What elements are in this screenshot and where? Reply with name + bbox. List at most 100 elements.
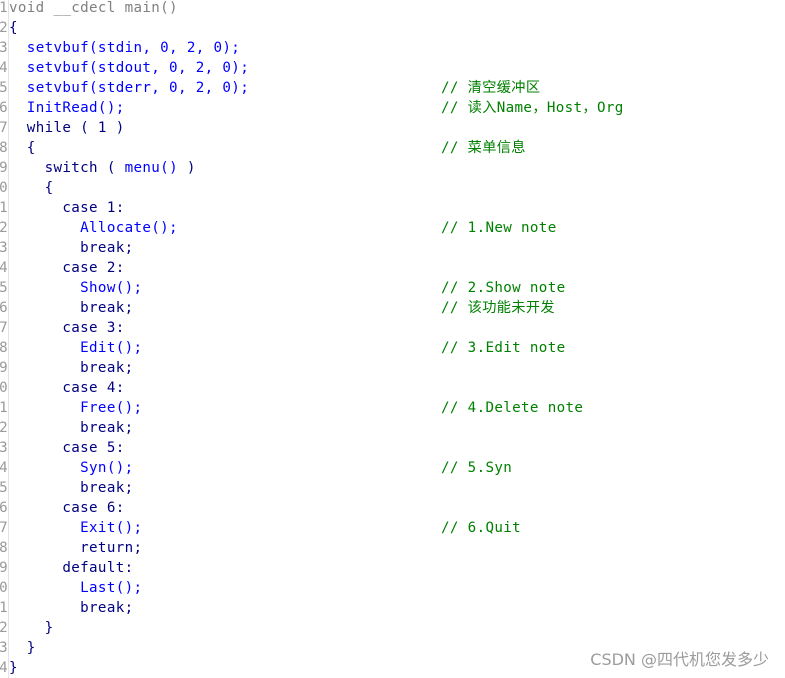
line-number: 34 [0, 660, 8, 676]
code-line: 3 setvbuf(stdin, 0, 2, 0); [0, 38, 785, 58]
code-text: case 1: [9, 198, 125, 218]
line-number: 3 [0, 40, 8, 56]
line-number: 20 [0, 380, 8, 396]
function-call: setvbuf(stderr, 0, 2, 0); [26, 80, 250, 96]
code-line: 26 case 6: [0, 498, 785, 518]
keyword-token: { [44, 180, 54, 196]
keyword-token: } [26, 640, 36, 656]
line-number: 9 [0, 160, 8, 176]
line-number: 17 [0, 320, 8, 336]
keyword-token: break; [80, 480, 134, 496]
keyword-token: } [9, 660, 18, 676]
line-number: 13 [0, 240, 8, 256]
line-number: 28 [0, 540, 8, 556]
code-text: Syn(); [9, 458, 134, 478]
line-number: 12 [0, 220, 8, 236]
line-number: 10 [0, 180, 8, 196]
code-text: break; [9, 598, 134, 618]
code-text: { [9, 138, 36, 158]
line-number: 33 [0, 640, 8, 656]
keyword-token: case 4: [62, 380, 125, 396]
code-line: 30 Last(); [0, 578, 785, 598]
code-line: 1 void __cdecl main() [0, 0, 785, 18]
code-line: 12 Allocate(); // 1.New note [0, 218, 785, 238]
code-text: setvbuf(stderr, 0, 2, 0); [9, 78, 249, 98]
code-line: 27 Exit(); // 6.Quit [0, 518, 785, 538]
line-number: 29 [0, 560, 8, 576]
code-line: 15 Show(); // 2.Show note [0, 278, 785, 298]
code-line: 11 case 1: [0, 198, 785, 218]
code-text: InitRead(); [9, 98, 125, 118]
keyword-token: ) [177, 160, 196, 176]
line-number: 16 [0, 300, 8, 316]
code-line: 9 switch ( menu() ) [0, 158, 785, 178]
code-text: void __cdecl main() [9, 0, 178, 18]
code-comment: // 读入Name，Host，Org [441, 100, 624, 116]
line-number: 24 [0, 460, 8, 476]
line-number: 15 [0, 280, 8, 296]
code-text: setvbuf(stdout, 0, 2, 0); [9, 58, 249, 78]
line-number: 27 [0, 520, 8, 536]
code-line: 6 InitRead(); // 读入Name，Host，Org [0, 98, 785, 118]
code-line: 4 setvbuf(stdout, 0, 2, 0); [0, 58, 785, 78]
code-line: 25 break; [0, 478, 785, 498]
function-call: menu() [124, 160, 178, 176]
code-text: return; [9, 538, 142, 558]
keyword-token: case 3: [62, 320, 125, 336]
function-call: Show(); [80, 280, 143, 296]
line-number: 23 [0, 440, 8, 456]
code-line: 16 break; // 该功能未开发 [0, 298, 785, 318]
line-number: 1 [0, 0, 8, 16]
function-call: setvbuf(stdin, 0, 2, 0); [26, 40, 241, 56]
code-text: break; [9, 418, 134, 438]
code-comment: // 该功能未开发 [441, 300, 555, 316]
code-text: switch ( menu() ) [9, 158, 196, 178]
function-call: Last(); [80, 580, 143, 596]
line-number: 21 [0, 400, 8, 416]
keyword-token: case 1: [62, 200, 125, 216]
code-comment: // 1.New note [441, 220, 557, 236]
line-number: 4 [0, 60, 8, 76]
line-number: 11 [0, 200, 8, 216]
code-line: 22 break; [0, 418, 785, 438]
line-number: 19 [0, 360, 8, 376]
code-line: 10 { [0, 178, 785, 198]
line-number: 31 [0, 600, 8, 616]
line-number: 2 [0, 20, 8, 36]
keyword-token: case 2: [62, 260, 125, 276]
code-line: 20 case 4: [0, 378, 785, 398]
code-text: { [9, 178, 54, 198]
line-number: 14 [0, 260, 8, 276]
code-comment: // 4.Delete note [441, 400, 584, 416]
code-text: Edit(); [9, 338, 142, 358]
code-line: 2{ [0, 18, 785, 38]
code-text: } [9, 638, 36, 658]
code-comment: // 菜单信息 [441, 140, 526, 156]
code-text: } [9, 618, 54, 638]
function-call: Syn(); [80, 460, 134, 476]
watermark: CSDN @四代机您发多少 [590, 650, 769, 669]
code-text: setvbuf(stdin, 0, 2, 0); [9, 38, 240, 58]
line-number: 25 [0, 480, 8, 496]
code-text: case 4: [9, 378, 125, 398]
code-line: 29 default: [0, 558, 785, 578]
code-text: } [9, 658, 18, 678]
code-line: 28 return; [0, 538, 785, 558]
code-line: 23 case 5: [0, 438, 785, 458]
line-number: 32 [0, 620, 8, 636]
keyword-token: break; [80, 240, 134, 256]
code-text: default: [9, 558, 134, 578]
